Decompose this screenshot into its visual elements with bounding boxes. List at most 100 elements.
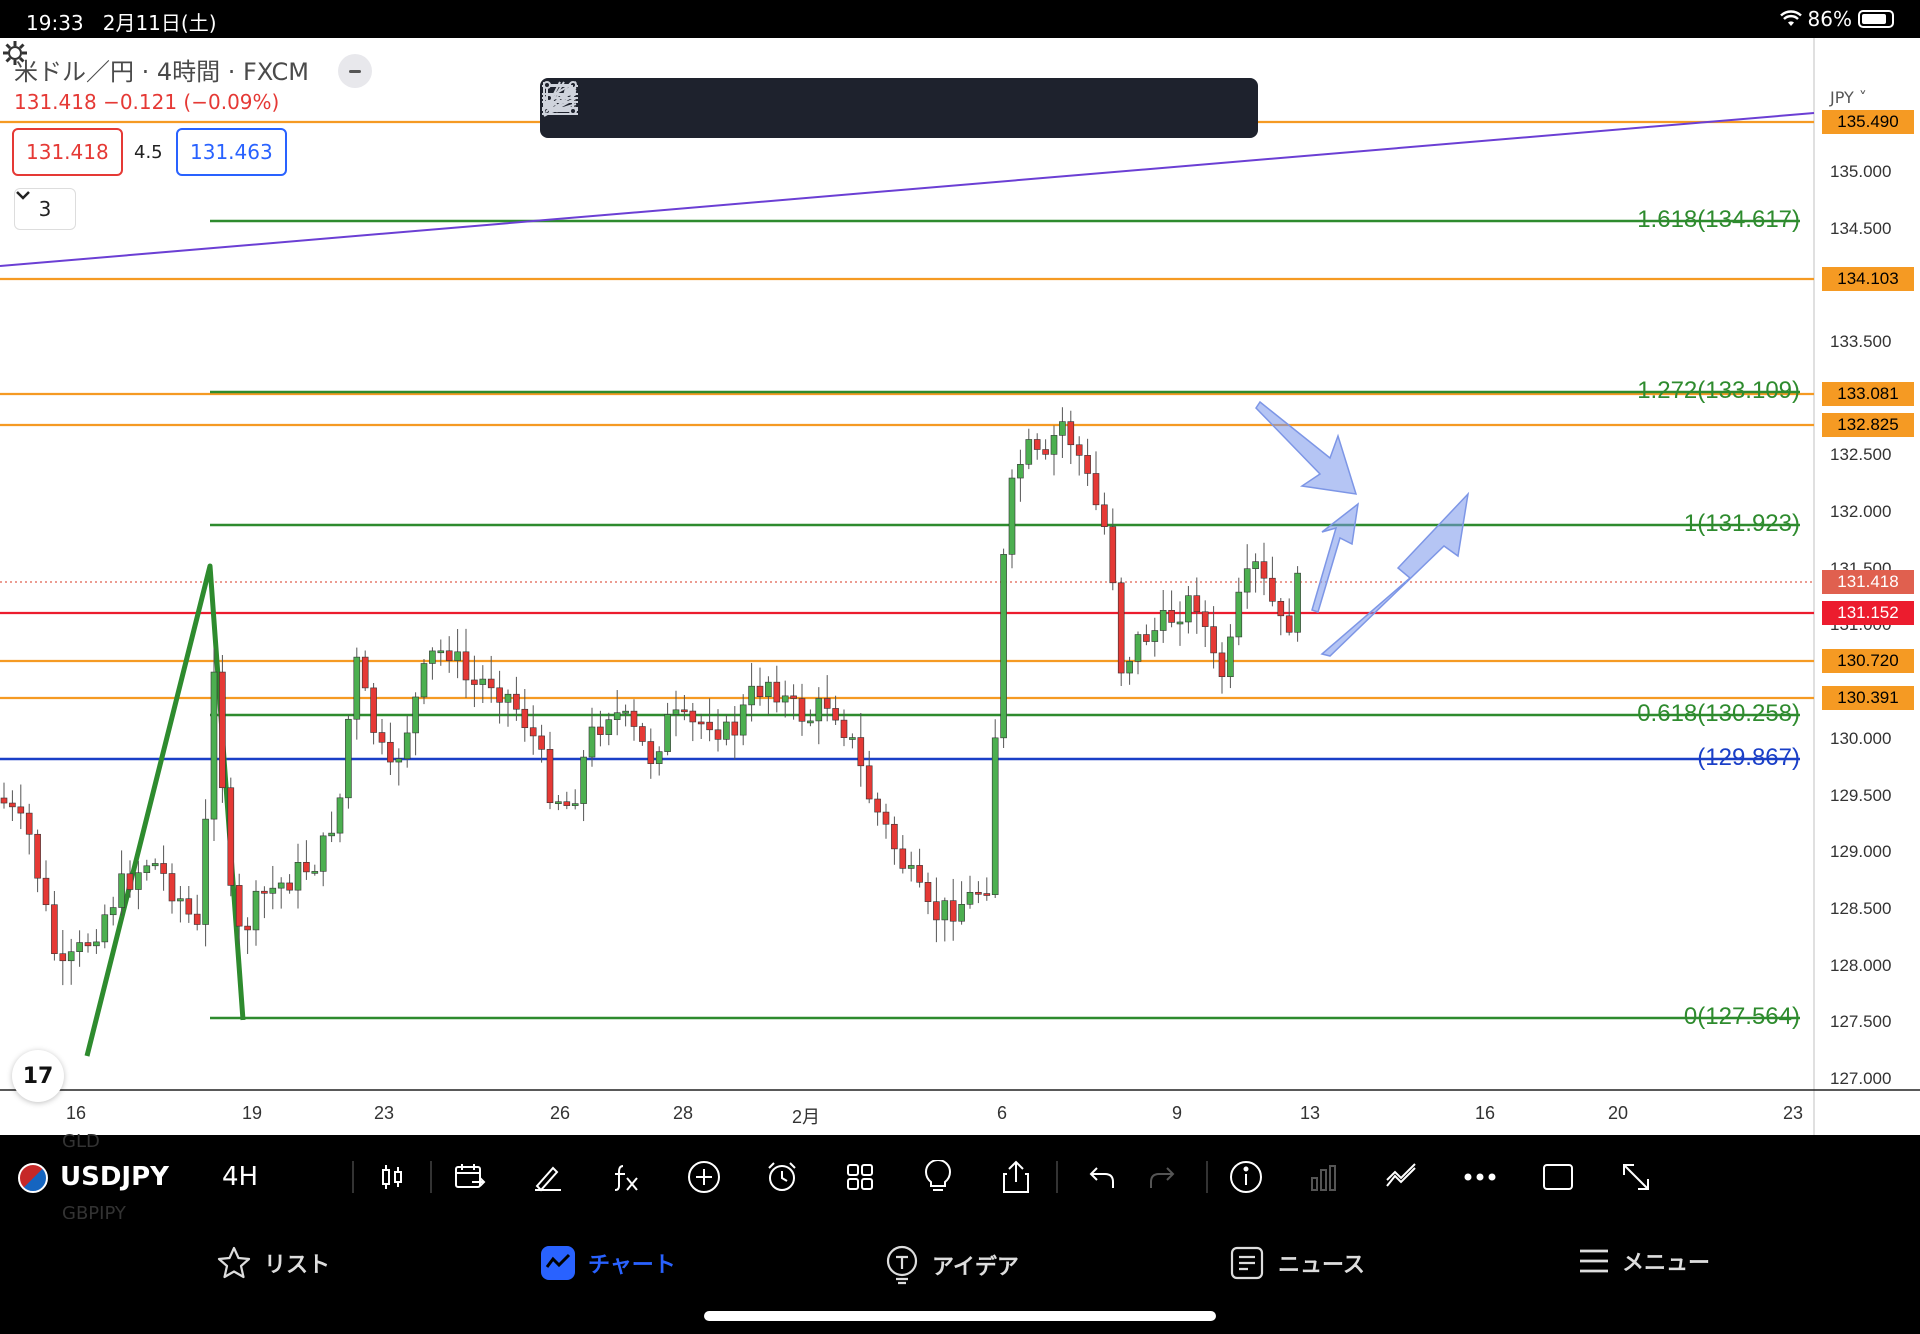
layout-grid-icon[interactable] (838, 1155, 882, 1199)
date-tick-label: 19 (241, 1103, 263, 1123)
bearish-candle (916, 865, 923, 883)
buy-button[interactable]: 131.463 (176, 128, 287, 176)
symbol-selector[interactable]: USDJPY (60, 1162, 169, 1192)
currency-selector[interactable]: JPY ˅ (1830, 88, 1867, 107)
trend-line-tool-icon[interactable] (543, 81, 628, 133)
bearish-candle (1277, 600, 1285, 617)
bullish-candle (613, 712, 621, 721)
bearish-candle (1201, 611, 1209, 627)
settings-gear-icon[interactable] (0, 38, 30, 68)
share-icon[interactable] (994, 1155, 1038, 1199)
indicators-fx-icon[interactable] (604, 1155, 648, 1199)
indicators-toggle[interactable]: 3 (14, 188, 76, 230)
price-axis-label[interactable]: 131.152 (1822, 601, 1914, 625)
bullish-candle (739, 704, 747, 736)
brush-tool-icon[interactable] (545, 83, 1124, 133)
bullish-candle (815, 698, 823, 722)
horizontal-ray-tool-icon[interactable] (542, 83, 938, 133)
bullish-candle (412, 696, 419, 734)
horizontal-line-tool-icon[interactable] (545, 83, 1000, 133)
bearish-candle (1168, 610, 1175, 623)
legend-collapse-button[interactable] (338, 54, 372, 88)
bearish-candle (681, 709, 688, 713)
bearish-candle (924, 882, 932, 902)
bearish-candle (361, 656, 369, 689)
bearish-candle (529, 727, 537, 737)
interval-selector[interactable]: 4H (222, 1162, 258, 1192)
gann-fan-tool-icon[interactable] (543, 81, 814, 133)
price-axis-label[interactable]: 133.081 (1822, 382, 1914, 406)
bullish-candle (395, 758, 403, 763)
bullish-candle (403, 732, 411, 760)
bearish-candle (857, 737, 865, 767)
lightbulb-icon[interactable] (916, 1155, 960, 1199)
redo-icon[interactable] (1140, 1155, 1184, 1199)
pitchfork-tool-icon[interactable] (542, 83, 752, 133)
bullish-candle (420, 663, 428, 698)
bearish-candle (756, 685, 764, 698)
bullish-candle (781, 695, 789, 703)
rectangle-tool-icon[interactable] (543, 81, 1186, 133)
bullish-candle (202, 818, 209, 925)
bearish-candle (731, 721, 739, 736)
bullish-candle (588, 726, 596, 758)
parallel-lines-tool-icon[interactable] (542, 83, 690, 133)
tab-menu[interactable]: メニュー (1578, 1245, 1710, 1277)
tab-chart[interactable]: チャート (540, 1245, 676, 1281)
bullish-candle (353, 656, 361, 720)
bullish-candle (269, 887, 277, 894)
price-axis-label[interactable]: 130.720 (1822, 649, 1914, 673)
tab-list-label: リスト (264, 1253, 331, 1278)
candle-type-icon[interactable] (370, 1155, 414, 1199)
battery-icon (1858, 10, 1894, 28)
bearish-candle (1109, 526, 1117, 584)
drawing-toolbar: ⋮⋮ (540, 78, 1258, 138)
add-circle-icon[interactable] (682, 1155, 726, 1199)
more-dots-icon[interactable] (1458, 1155, 1502, 1199)
volume-bars-icon[interactable] (1302, 1155, 1346, 1199)
price-axis-label[interactable]: 131.418 (1822, 570, 1914, 594)
date-tick-label: 16 (65, 1103, 87, 1123)
bearish-candle (471, 679, 478, 685)
expand-icon[interactable] (1614, 1155, 1658, 1199)
date-tick-label: 13 (1299, 1103, 1321, 1123)
undo-icon[interactable] (1080, 1155, 1124, 1199)
bullish-candle (1017, 464, 1024, 479)
date-range-icon[interactable] (448, 1155, 492, 1199)
tradingview-logo[interactable]: 17 (12, 1050, 64, 1102)
arrow-tool-icon[interactable] (545, 83, 1248, 133)
chart-canvas[interactable] (0, 38, 1920, 1135)
drawing-pen-icon[interactable] (526, 1155, 570, 1199)
fib-fan-tool-icon[interactable] (543, 81, 876, 133)
bullish-candle (748, 685, 755, 706)
price-axis-label[interactable]: 135.490 (1822, 110, 1914, 134)
alarm-clock-icon[interactable] (760, 1155, 804, 1199)
ray-tool-icon[interactable] (544, 82, 1062, 133)
bearish-candle (193, 913, 201, 925)
bearish-candle (1218, 652, 1226, 678)
price-axis-label[interactable]: 134.103 (1822, 267, 1914, 291)
info-icon[interactable] (1224, 1155, 1268, 1199)
price-axis-label[interactable]: 130.391 (1822, 686, 1914, 710)
bullish-candle (1235, 591, 1243, 638)
bearish-candle (647, 741, 655, 764)
menu-icon (1580, 1249, 1608, 1273)
compare-lines-icon[interactable] (1380, 1155, 1424, 1199)
status-right: 86% (1779, 7, 1894, 31)
tab-list[interactable]: リスト (216, 1245, 330, 1281)
bearish-candle (126, 873, 134, 890)
symbol-title[interactable]: 米ドル／円 · 4時間 · FXCM (14, 52, 309, 87)
price-tick-label: 135.000 (1830, 161, 1892, 181)
price-change: 131.418 −0.121 (−0.09%) (14, 90, 280, 114)
price-axis-label[interactable]: 132.825 (1822, 413, 1914, 437)
bullish-candle (580, 756, 587, 804)
chart-area[interactable]: 米ドル／円 · 4時間 · FXCM 131.418 −0.121 (−0.09… (0, 38, 1920, 1135)
tab-news[interactable]: ニュース (1230, 1245, 1365, 1281)
fib-level-label: 0.618(130.258) (1637, 700, 1800, 727)
bearish-candle (1269, 577, 1276, 602)
tab-ideas[interactable]: アイデア (884, 1245, 1019, 1285)
fullscreen-square-icon[interactable] (1536, 1155, 1580, 1199)
price-tick-label: 127.000 (1830, 1069, 1892, 1088)
sell-button[interactable]: 131.418 (12, 128, 123, 176)
bullish-candle (1059, 421, 1066, 436)
